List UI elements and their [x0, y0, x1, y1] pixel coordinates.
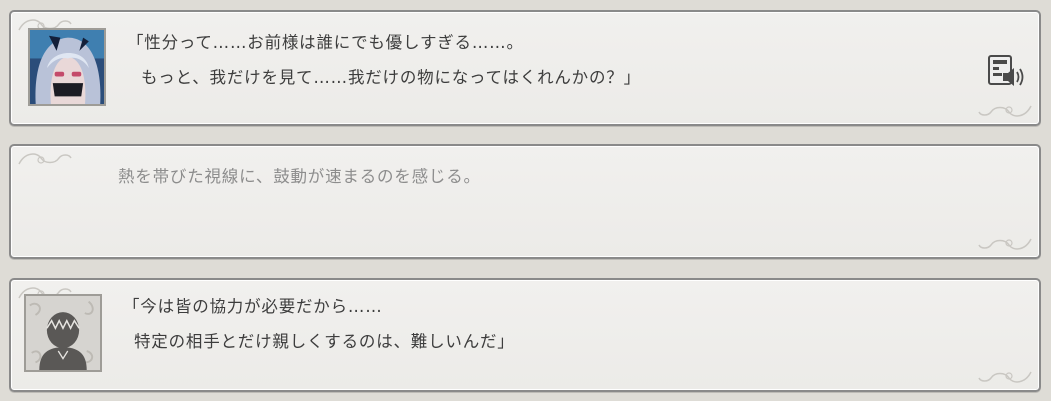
- log-entry: 熱を帯びた視線に、鼓動が速まるのを感じる。: [9, 144, 1041, 259]
- log-entry: 「今は皆の協力が必要だから…… 特定の相手とだけ親しくするのは、難しいんだ」: [9, 278, 1041, 392]
- protagonist-silhouette-icon: [24, 294, 102, 372]
- corner-flourish-icon: [978, 105, 1032, 117]
- voice-replay-icon: [988, 55, 1024, 86]
- corner-flourish-icon: [978, 238, 1032, 250]
- dialogue-line: 「性分って……お前様は誰にでも優しすぎる……。: [127, 33, 524, 52]
- dialogue-line: 特定の相手とだけ親しくするのは、難しいんだ」: [134, 332, 515, 351]
- corner-flourish-icon: [18, 153, 72, 165]
- voice-replay-button[interactable]: [987, 53, 1027, 89]
- character-portrait-icon: [28, 28, 106, 106]
- dialogue-line: 「今は皆の協力が必要だから……: [123, 297, 383, 316]
- corner-flourish-icon: [978, 371, 1032, 383]
- log-entry: 「性分って……お前様は誰にでも優しすぎる……。 もっと、我だけを見て……我だけの…: [9, 10, 1041, 126]
- backlog: 「性分って……お前様は誰にでも優しすぎる……。 もっと、我だけを見て……我だけの…: [0, 0, 1051, 401]
- dialogue-line: もっと、我だけを見て……我だけの物になってはくれんかの？」: [141, 68, 641, 87]
- narration-line: 熱を帯びた視線に、鼓動が速まるのを感じる。: [118, 167, 481, 186]
